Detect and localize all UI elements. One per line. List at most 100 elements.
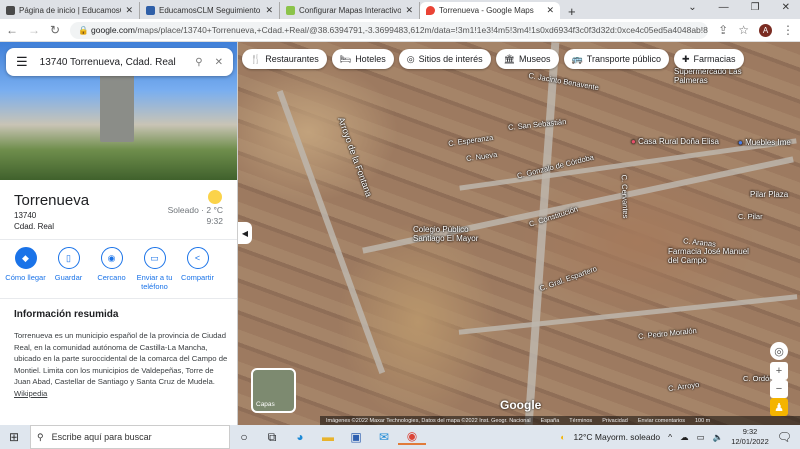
favicon-icon — [6, 6, 15, 15]
search-icon[interactable]: ⚲ — [195, 57, 202, 68]
share-icon: < — [186, 247, 209, 269]
zoom-out-button[interactable]: − — [770, 380, 788, 398]
close-tab-icon[interactable]: ✕ — [125, 5, 133, 16]
clear-search-icon[interactable]: ✕ — [215, 57, 223, 68]
address-bar-row: ← → ↻ 🔒 google.com/maps/place/13740+Torr… — [0, 19, 800, 42]
profile-avatar[interactable]: A — [759, 23, 772, 37]
layers-button[interactable]: Capas — [251, 368, 296, 413]
street-view-pegman-icon[interactable]: ♟ — [770, 398, 788, 416]
divider — [0, 298, 237, 299]
scale-bar[interactable]: 100 m — [695, 418, 710, 424]
museum-icon: 🏛 — [503, 53, 516, 64]
chrome-icon[interactable]: ◉ — [398, 429, 426, 445]
chip-attractions[interactable]: ◎ Sitios de interés — [398, 49, 491, 69]
battery-icon[interactable]: ▭ — [697, 432, 705, 443]
search-icon: ⚲ — [37, 431, 44, 442]
chip-hotels[interactable]: 🛏 Hoteles — [331, 49, 394, 69]
file-explorer-icon[interactable]: ▬ — [314, 430, 342, 444]
satellite-map[interactable]: C. Jacinto Benavente C. San Sebastián C.… — [238, 42, 800, 425]
menu-icon[interactable]: ⋮ — [782, 23, 794, 37]
url-input[interactable]: 🔒 google.com/maps/place/13740+Torrenueva… — [70, 21, 709, 39]
weather-time: 9:32 — [206, 216, 223, 226]
place-panel: ☰ 13740 Torrenueva, Cdad. Real ⚲ ✕ Torre… — [0, 42, 238, 425]
tab-bar: Página de inicio | EducamosCLM✕ Educamos… — [0, 0, 800, 19]
minimize-button[interactable]: — — [719, 2, 729, 13]
map-attribution: Imágenes ©2022 Maxar Technologies, Datos… — [320, 416, 800, 425]
shop-pin-icon: ● — [738, 138, 746, 147]
new-tab-button[interactable]: + — [560, 4, 584, 19]
browser-tab-active[interactable]: Torrenueva - Google Maps ✕ — [420, 2, 560, 19]
directions-button[interactable]: ◆ Cómo llegar — [4, 247, 47, 291]
poi-furniture[interactable]: ● Muebles Ime — [738, 138, 791, 147]
browser-tab[interactable]: EducamosCLM Seguimiento edu✕ — [140, 2, 280, 19]
volume-icon[interactable]: 🔈 — [713, 432, 724, 443]
bookmark-star-icon[interactable]: ☆ — [738, 23, 749, 37]
clock-date[interactable]: 12/01/2022 — [731, 437, 769, 447]
maps-pin-icon — [426, 6, 435, 15]
share-button[interactable]: < Compartir — [176, 247, 219, 291]
windows-start-icon[interactable]: ⊞ — [9, 430, 19, 444]
poi-pharmacy[interactable]: Farmacia José Manuel del Campo — [668, 247, 758, 265]
forward-button[interactable]: → — [28, 23, 40, 37]
close-tab-icon[interactable]: ✕ — [405, 5, 413, 16]
favicon-icon — [286, 6, 295, 15]
road — [458, 294, 798, 335]
tab-search-icon[interactable]: ⌄ — [688, 2, 696, 13]
taskbar-search[interactable]: ⚲ Escribe aquí para buscar — [30, 425, 230, 449]
maximize-button[interactable]: ❐ — [751, 2, 760, 13]
nearby-button[interactable]: ◉ Cercano — [90, 247, 133, 291]
save-button[interactable]: ▯ Guardar — [47, 247, 90, 291]
chip-restaurants[interactable]: 🍴 Restaurantes — [242, 49, 327, 69]
send-to-phone-button[interactable]: ▭ Enviar a tu teléfono — [133, 247, 176, 291]
poi-school[interactable]: Colegio Público Santiago El Mayor — [413, 225, 493, 243]
lock-icon: 🔒 — [78, 24, 92, 35]
edge-icon[interactable]: ◕ — [286, 430, 314, 444]
sun-icon — [208, 190, 222, 204]
back-button[interactable]: ← — [6, 23, 18, 37]
poi-hotel[interactable]: ● Casa Rural Doña Elisa — [631, 137, 719, 146]
share-page-icon[interactable]: ⇪ — [718, 23, 728, 37]
poi-supermarket[interactable]: Supermercado Las Palmeras — [674, 67, 764, 85]
browser-tab[interactable]: Configurar Mapas Interactivos - ✕ — [280, 2, 420, 19]
onedrive-icon[interactable]: ☁ — [680, 432, 689, 443]
clock-time[interactable]: 9:32 — [731, 427, 769, 437]
tray-chevron-icon[interactable]: ^ — [668, 432, 672, 442]
chip-museums[interactable]: 🏛 Museos — [495, 49, 559, 69]
region: Cdad. Real — [14, 222, 55, 231]
bus-icon: 🚌 — [571, 53, 583, 64]
task-view-icon[interactable]: ⧉ — [258, 430, 286, 445]
road — [524, 42, 560, 425]
chip-pharmacies[interactable]: ✚ Farmacias — [674, 49, 744, 69]
hamburger-menu-icon[interactable]: ☰ — [16, 54, 28, 70]
my-location-button[interactable]: ◎ — [770, 342, 788, 360]
pharmacy-icon: ✚ — [682, 53, 690, 64]
browser-tab[interactable]: Página de inicio | EducamosCLM✕ — [0, 2, 140, 19]
place-title: Torrenueva — [14, 192, 90, 209]
hotel-pin-icon: ● — [631, 137, 639, 146]
store-icon[interactable]: ▣ — [342, 430, 370, 444]
send-phone-icon: ▭ — [143, 247, 166, 269]
taskbar-weather[interactable]: 12°C Mayorm. soleado — [574, 432, 661, 442]
bookmark-icon: ▯ — [57, 247, 80, 269]
road — [276, 90, 386, 374]
favicon-icon — [146, 6, 155, 15]
poi-pilar[interactable]: Pilar Plaza — [750, 190, 788, 199]
close-window-button[interactable]: ✕ — [782, 2, 790, 13]
reload-button[interactable]: ↻ — [50, 23, 60, 37]
google-logo: Google — [500, 398, 542, 412]
mail-icon[interactable]: ✉ — [370, 430, 398, 444]
collapse-panel-button[interactable]: ◀ — [238, 222, 252, 244]
close-tab-icon[interactable]: ✕ — [546, 5, 554, 16]
summary-text: Torrenueva es un municipio español de la… — [14, 331, 228, 386]
restaurant-icon: 🍴 — [250, 53, 262, 64]
cortana-icon[interactable]: ○ — [230, 430, 258, 444]
chip-transit[interactable]: 🚌 Transporte público — [563, 49, 669, 69]
search-input[interactable]: 13740 Torrenueva, Cdad. Real — [40, 57, 184, 68]
close-tab-icon[interactable]: ✕ — [265, 5, 273, 16]
hotel-icon: 🛏 — [339, 53, 352, 64]
zoom-in-button[interactable]: + — [770, 362, 788, 380]
search-box[interactable]: ☰ 13740 Torrenueva, Cdad. Real ⚲ ✕ — [6, 48, 233, 76]
postal-code: 13740 — [14, 211, 37, 220]
notifications-icon[interactable]: 🗨 — [777, 430, 792, 444]
wikipedia-link[interactable]: Wikipedia — [14, 389, 47, 398]
